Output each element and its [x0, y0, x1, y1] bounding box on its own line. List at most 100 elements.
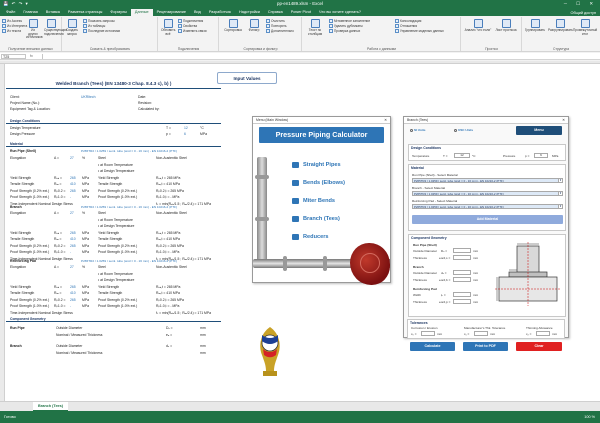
ribbon-tab[interactable]: Справка — [264, 9, 287, 16]
material-property-row: Yield Strength Rₑₕ = 265 MPa Yield Strength R… — [10, 175, 181, 180]
add-material-button[interactable]: Add Material — [412, 215, 563, 224]
ribbon-tab[interactable]: Главная — [19, 9, 41, 16]
chevron-down-icon[interactable]: ▼ — [558, 192, 562, 195]
fx-icon[interactable]: fx — [30, 54, 33, 59]
corrosion-input[interactable] — [421, 331, 435, 336]
ribbon-item[interactable]: Консолидация — [395, 19, 421, 23]
ribbon-tab[interactable]: Вид — [190, 9, 205, 16]
symbol: eord,b = — [439, 278, 451, 282]
ribbon-item[interactable]: Показать запросы — [83, 19, 115, 23]
what-if-button[interactable]: Анализ "что если" — [464, 19, 492, 33]
zoom-level[interactable]: 100 % — [584, 411, 595, 423]
refresh-all-button[interactable]: Обновить всё — [161, 19, 175, 36]
ribbon-tab[interactable]: Разметка страницы — [64, 9, 106, 16]
sort-button[interactable]: Сортировка — [224, 19, 242, 33]
ribbon-item[interactable]: Управление моделью данных — [395, 29, 444, 33]
group-button[interactable]: Группировать — [524, 19, 546, 33]
query-icon — [67, 19, 77, 28]
ribbon-tab[interactable]: Данные — [130, 9, 153, 16]
ribbon-item[interactable]: Повторить — [266, 24, 287, 28]
ungroup-button[interactable]: Разгруппировать — [548, 19, 573, 33]
manufacturer-tolerance-input[interactable] — [474, 331, 488, 336]
thinning-input[interactable] — [536, 331, 550, 336]
ribbon-item[interactable]: Очистить — [266, 19, 285, 23]
existing-connections-button[interactable]: Существующие подключения — [44, 19, 67, 36]
group-label: Скачать & преобразовать — [89, 47, 131, 51]
close-icon[interactable]: ✕ — [384, 117, 387, 124]
ribbon-tab[interactable]: Вставка — [42, 9, 64, 16]
ribbon-tab[interactable]: Что вы хотите сделать? — [315, 9, 365, 16]
ribbon-item[interactable]: Из Интернета — [2, 24, 27, 28]
ribbon-item[interactable]: Последние источники — [83, 29, 120, 33]
ribbon-item[interactable]: Мгновенное заполнение — [329, 19, 370, 23]
access-icon — [2, 19, 6, 23]
si-units-radio[interactable]: SI Units — [410, 128, 426, 132]
ribbon-item[interactable]: Дополнительно — [266, 29, 294, 33]
pad-thickness-input[interactable] — [453, 299, 471, 304]
material-property-row: Proof Strength (0.2% ext.) Rₚ0.2 = 265 MPa P… — [10, 188, 184, 193]
ribbon-item[interactable]: Из Access — [2, 19, 22, 23]
ribbon-tab[interactable]: Power Pivot — [287, 9, 315, 16]
other-sources-button[interactable]: Из других источников — [26, 19, 43, 40]
ribbon-item[interactable]: Из текста — [2, 29, 21, 33]
chevron-down-icon[interactable]: ▼ — [558, 205, 562, 208]
ribbon-item[interactable]: Свойства — [178, 24, 197, 28]
menu-item-bends[interactable]: Bends (Elbows) — [292, 180, 345, 186]
group-icon — [530, 19, 540, 28]
ribbon-tab[interactable]: Разработчик — [205, 9, 235, 16]
unit: mm — [473, 293, 479, 297]
ribbon-item[interactable]: Изменить связи — [178, 29, 206, 33]
ribbon-item[interactable]: Проверка данных — [329, 29, 360, 33]
ribbon-tab[interactable]: Формулы — [106, 9, 131, 16]
clear-button[interactable]: Clear — [516, 342, 562, 351]
ribbon-tab[interactable]: Рецензирование — [153, 9, 190, 16]
temperature-input[interactable]: 12 — [454, 153, 470, 158]
material-property-row: Proof Strength (1.0% ext.) Rₚ1.0 = - MPa Pro… — [10, 250, 180, 254]
group-outline: Группировать Разгруппировать Промежуточн… — [523, 17, 599, 51]
pipe-icon — [292, 180, 299, 186]
ribbon-tab[interactable]: Файл — [2, 9, 19, 16]
chevron-down-icon[interactable]: ▼ — [558, 179, 562, 182]
menu-item-branch-tees[interactable]: Branch (Tees) — [292, 216, 340, 222]
filter-button[interactable]: Фильтр — [246, 19, 262, 33]
columns-icon — [310, 19, 320, 28]
branch-od-input[interactable] — [453, 270, 471, 275]
calculate-button[interactable]: Calculate — [410, 342, 455, 351]
forecast-sheet-button[interactable]: Лист прогноза — [494, 19, 518, 33]
formula-input[interactable] — [42, 54, 598, 59]
run-od-input[interactable] — [453, 248, 471, 253]
pad-width-input[interactable] — [453, 292, 471, 297]
sheet-tab-branch-tees[interactable]: Branch (Tees) — [33, 402, 69, 411]
flange-illustration — [255, 217, 269, 221]
window-controls[interactable]: ─ ☐ ✕ — [564, 1, 597, 7]
usc-units-radio[interactable]: USC Units — [454, 128, 473, 132]
name-box[interactable]: T25 — [1, 54, 26, 59]
subtotal-button[interactable]: Промежуточный итог — [573, 19, 597, 36]
close-icon[interactable]: ✕ — [562, 117, 565, 124]
branch-thickness-input[interactable] — [453, 277, 471, 282]
pad-material-select[interactable]: P265TR2 / 1.0259 / seml. tube (wnd = 0 -… — [412, 204, 563, 209]
project-row: Project Name (No.): Revision: — [10, 101, 152, 105]
share-button[interactable]: Общий доступ — [570, 11, 600, 15]
ribbon-item[interactable]: Из таблицы — [83, 24, 105, 28]
menu-button[interactable]: Menu — [516, 126, 562, 135]
new-query-button[interactable]: Создать запрос — [65, 19, 79, 36]
text-to-columns-button[interactable]: Текст по столбцам — [305, 19, 325, 36]
branch-material-select[interactable]: P265TR2 / 1.0259 / seml. tube (wnd = 0 -… — [412, 191, 563, 196]
ribbon-item[interactable]: Удалить дубликаты — [329, 24, 363, 28]
text-icon — [2, 29, 6, 33]
menu-item-miter-bends[interactable]: Miter Bends — [292, 198, 335, 204]
ribbon-item[interactable]: Подключения — [178, 19, 203, 23]
menu-item-reducers[interactable]: Reducers — [292, 234, 329, 240]
run-material-select[interactable]: P265TR2 / 1.0259 / seml. tube (wnd = 0 -… — [412, 178, 563, 183]
menu-item-straight-pipes[interactable]: Straight Pipes — [292, 162, 341, 168]
pressure-input[interactable]: 6 — [534, 153, 548, 158]
print-to-pdf-button[interactable]: Print to PDF — [463, 342, 508, 351]
ribbon-tab[interactable]: Надстройки — [235, 9, 264, 16]
pad-material-label: Reinforcing Pad - Select Material — [412, 199, 458, 203]
filter-icon — [249, 19, 259, 28]
run-thickness-input[interactable] — [453, 255, 471, 260]
ribbon-item[interactable]: Отношения — [395, 24, 417, 28]
wax-seal-image — [350, 243, 390, 285]
input-values-button[interactable]: Input Values — [217, 72, 277, 84]
